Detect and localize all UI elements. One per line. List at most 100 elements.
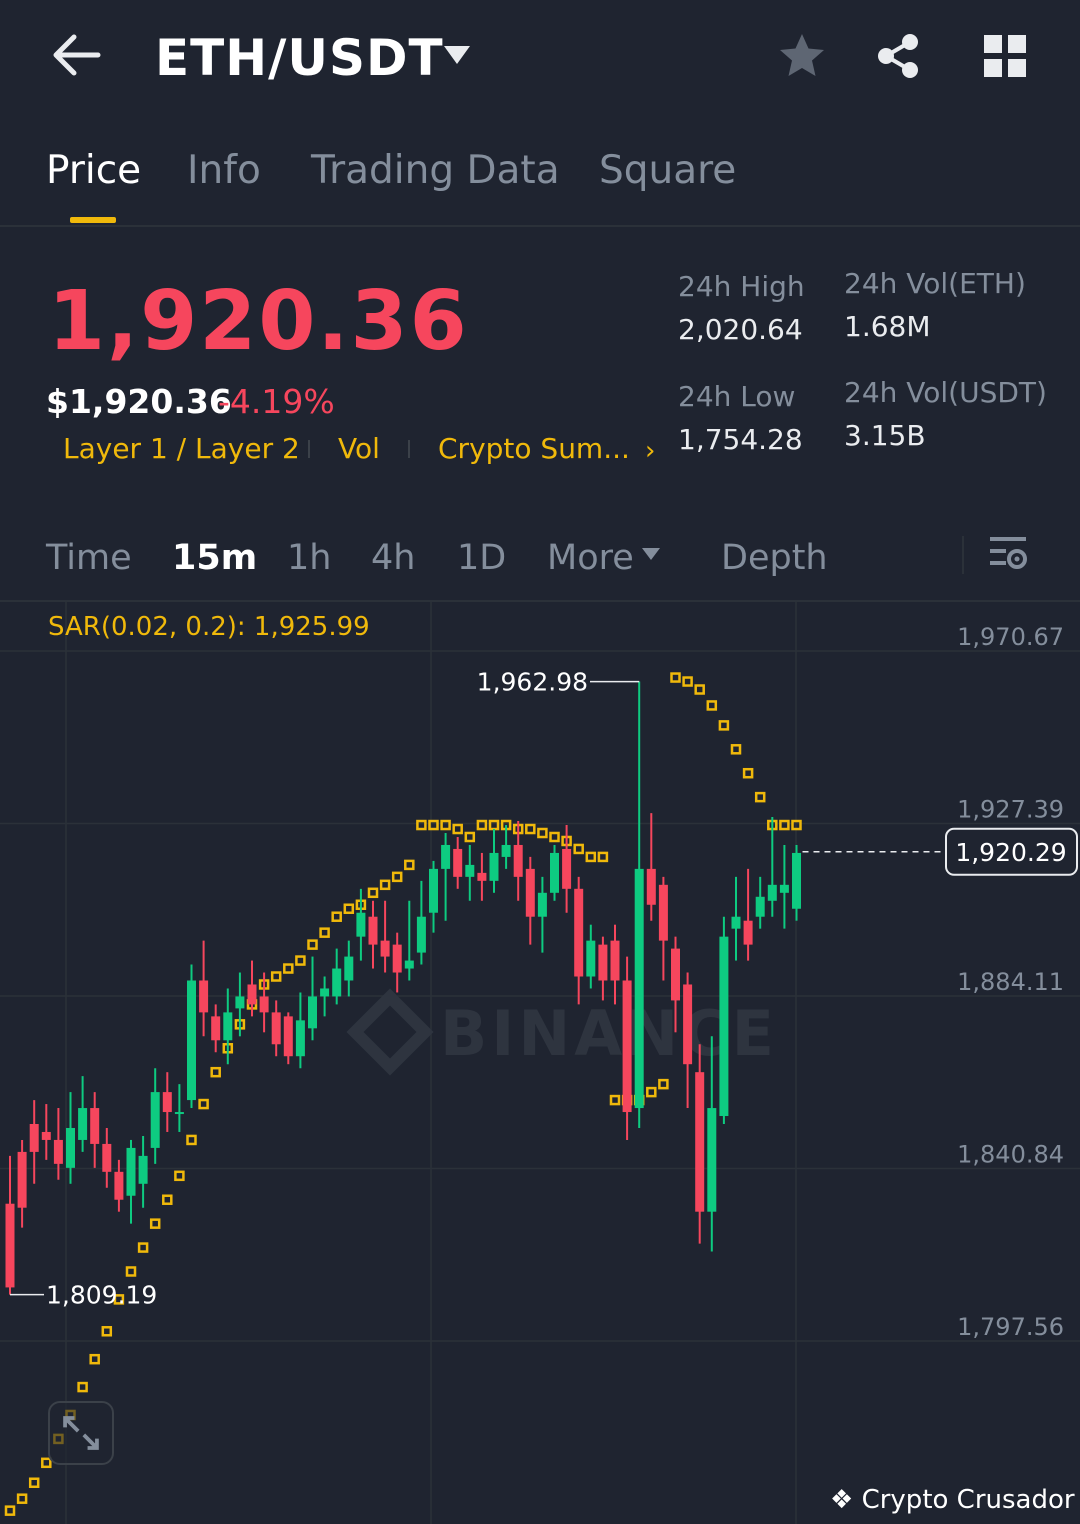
candle-body [743, 920, 753, 945]
sar-dot [391, 871, 403, 883]
sar-dot [694, 684, 705, 695]
sar-dot [537, 827, 548, 839]
high-label: 24h High [678, 270, 805, 303]
chevron-right-icon[interactable]: › [645, 436, 655, 466]
candle-body [610, 940, 620, 981]
candle-body [138, 1155, 148, 1184]
fullscreen-button[interactable] [48, 1401, 114, 1465]
candle-body [162, 1092, 172, 1113]
sar-dot [428, 819, 439, 831]
sar-dot [198, 1098, 209, 1110]
sar-dot [416, 819, 427, 831]
y-tick-label: 1,970.67 [957, 623, 1064, 651]
candle-body [332, 968, 342, 997]
candle-body [404, 960, 414, 969]
candle-body [29, 1123, 39, 1152]
sar-dot [125, 1266, 137, 1277]
vol-base-label: 24h Vol(ETH) [844, 267, 1026, 300]
interval-more[interactable]: More [547, 536, 634, 580]
back-arrow-icon[interactable] [48, 30, 104, 80]
sar-dot [331, 911, 342, 922]
tag-separator [408, 440, 410, 458]
candle-body [271, 1012, 281, 1045]
candle-body [586, 940, 596, 977]
sar-dot [186, 1134, 197, 1146]
candle-body [550, 852, 559, 893]
interval-4h[interactable]: 4h [371, 536, 415, 580]
candle-body [295, 1020, 305, 1057]
tag-vol[interactable]: Vol [338, 432, 380, 466]
sar-dot [718, 720, 730, 731]
caret-down-icon[interactable] [641, 547, 661, 561]
sar-dot [270, 971, 282, 982]
share-icon[interactable] [874, 32, 922, 80]
sar-dot [343, 903, 355, 914]
candle-body [441, 844, 451, 869]
caret-down-icon[interactable] [443, 44, 471, 66]
interval-1d[interactable]: 1D [457, 536, 506, 580]
tabs-divider [0, 225, 1080, 227]
low-marker-label: 1,809.19 [46, 1281, 157, 1310]
interval-divider [962, 536, 964, 574]
tag-layer[interactable]: Layer 1 / Layer 2 [63, 432, 300, 466]
candle-body [489, 852, 499, 881]
candle-body [78, 1108, 88, 1140]
watermark-logo-icon [346, 988, 434, 1076]
tab-info[interactable]: Info [187, 146, 261, 196]
star-icon[interactable] [778, 32, 826, 80]
candlestick-chart[interactable]: 1,970.67 1,927.39 1,884.11 1,840.84 1,797.56… [0, 602, 1080, 1524]
grid-icon[interactable] [982, 33, 1028, 79]
candle-body [53, 1139, 63, 1164]
sar-dot [28, 1477, 40, 1488]
sar-dot [295, 955, 306, 966]
high-value: 2,020.64 [678, 313, 803, 346]
candle-body [320, 988, 330, 997]
candle-body [562, 848, 572, 889]
sar-dot [162, 1194, 173, 1205]
candle-body [767, 884, 777, 901]
current-price-label: 1,920.29 [955, 838, 1066, 867]
diamond-logo-icon: ❖ [830, 1485, 854, 1515]
sar-dot [742, 767, 754, 779]
candle-body [598, 944, 608, 981]
sar-dot [476, 819, 488, 831]
sar-dot [585, 851, 597, 863]
sar-dot [89, 1353, 100, 1365]
interval-15m[interactable]: 15m [172, 536, 257, 580]
sar-dot [149, 1218, 161, 1229]
candle-body [671, 948, 680, 1001]
tag-crypto-sum[interactable]: Crypto Sum... [438, 432, 630, 466]
sar-dot [706, 700, 718, 711]
sar-dot [452, 823, 463, 835]
interval-depth[interactable]: Depth [721, 536, 828, 580]
tab-price[interactable]: Price [46, 146, 141, 196]
sar-dot [210, 1066, 221, 1078]
watermark-label: Crypto Crusador [861, 1485, 1075, 1515]
candle-body [392, 944, 402, 973]
high-marker-label: 1,962.98 [477, 668, 588, 697]
active-tab-indicator [70, 217, 116, 223]
candle-body [41, 1131, 51, 1140]
sar-dot [283, 963, 294, 974]
candle-body [574, 888, 584, 977]
candle-body [695, 1072, 705, 1212]
candle-body [779, 884, 789, 893]
sar-dot [573, 843, 584, 855]
interval-1h[interactable]: 1h [287, 536, 331, 580]
sar-dot [174, 1170, 185, 1182]
sar-dot [404, 859, 415, 871]
chart-settings-icon[interactable] [988, 534, 1028, 574]
expand-icon [63, 1416, 99, 1450]
candle-body [634, 868, 644, 1109]
usd-price: $1,920.36 [46, 382, 232, 421]
y-tick-label: 1,927.39 [957, 795, 1064, 823]
candle-body [247, 984, 257, 1005]
tab-trading-data[interactable]: Trading Data [311, 146, 560, 196]
interval-time[interactable]: Time [46, 536, 132, 580]
candle-body [356, 912, 366, 937]
candle-body [223, 1012, 233, 1041]
candle-body [199, 980, 209, 1013]
pair-title[interactable]: ETH/USDT [155, 28, 444, 88]
candle-body [344, 956, 354, 981]
tab-square[interactable]: Square [599, 146, 736, 196]
